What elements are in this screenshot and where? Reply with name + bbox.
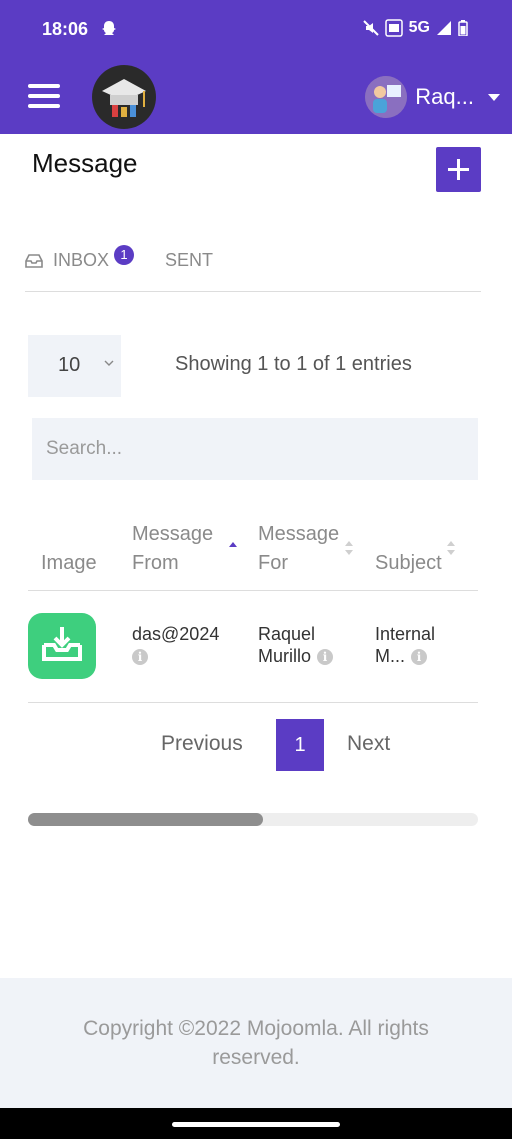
table-cell-message-from: das@2024 i [132,623,252,667]
app-bar: Raq... [0,60,512,134]
tab-sent-label: SENT [165,250,214,270]
horizontal-scrollbar[interactable] [28,813,478,826]
tab-inbox[interactable]: INBOX 1 [25,244,135,271]
network-type: 5G [408,19,430,36]
status-icons: 5G [362,19,468,37]
column-header-subject[interactable]: Subject [375,549,442,578]
page-length-select[interactable]: 10 [28,335,121,397]
table-cell-subject: Internal M... i [375,623,465,667]
battery-icon [458,20,468,36]
column-header-message-for[interactable]: Message For [258,520,354,578]
table-cell-message-for: Raquel Murillo i [258,623,368,667]
previous-page-button[interactable]: Previous [161,732,243,756]
entries-info: Showing 1 to 1 of 1 entries [175,353,412,375]
school-logo[interactable] [92,65,156,129]
footer: Copyright ©2022 Mojoomla. All rights res… [0,978,512,1108]
message-from-value: das@2024 [132,624,220,644]
user-menu[interactable]: Raq... [365,76,500,118]
column-header-image: Image [41,552,97,574]
sort-icon[interactable] [344,539,354,557]
unread-badge: 1 [114,244,135,265]
scrollbar-thumb[interactable] [28,813,263,826]
home-gesture-bar[interactable] [172,1122,340,1127]
volte-icon [384,19,403,37]
status-time: 18:06 [42,19,89,39]
menu-icon[interactable] [28,84,60,108]
header-divider [28,590,478,591]
search-input[interactable] [32,418,478,480]
info-icon[interactable]: i [411,649,427,666]
copyright-text: Copyright ©2022 Mojoomla. All rights res… [83,1017,429,1069]
page-1-button[interactable]: 1 [276,719,324,771]
page-title: Message [32,148,138,178]
signal-icon [437,21,451,35]
column-header-message-from[interactable]: Message From [132,520,228,578]
tab-sent[interactable]: SENT [165,250,213,271]
avatar [365,76,408,118]
status-bar: 18:06 5G [0,0,512,60]
snapchat-icon [102,21,116,35]
system-nav-bar [0,1108,512,1139]
info-icon[interactable]: i [317,649,334,666]
user-name: Raq... [415,84,474,109]
sort-icon[interactable] [446,539,456,557]
add-message-button[interactable] [436,147,481,192]
mute-icon [362,20,379,36]
chevron-down-icon [488,93,500,101]
page-length-value: 10 [58,354,81,376]
message-tabs: INBOX 1 SENT [25,244,481,292]
info-icon[interactable]: i [132,649,148,666]
sort-asc-icon[interactable] [228,539,238,557]
message-for-value: Raquel Murillo [258,624,316,666]
chevron-down-icon [104,360,114,366]
messages-table: Image Message From Message For Subject d… [28,505,478,703]
next-page-button[interactable]: Next [347,732,390,756]
message-image[interactable] [28,613,96,679]
tab-inbox-label: INBOX [53,250,110,270]
inbox-download-icon [42,627,82,661]
row-divider [28,702,478,703]
inbox-icon [25,253,43,268]
